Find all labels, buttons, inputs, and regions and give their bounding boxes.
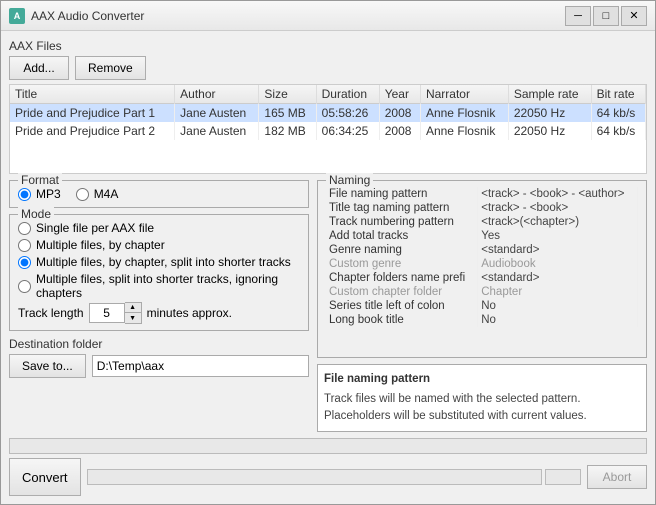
destination-path-input[interactable] [92, 355, 309, 377]
abort-button[interactable]: Abort [587, 465, 647, 489]
spinner-up[interactable]: ▲ [125, 303, 141, 313]
track-length-input[interactable] [89, 303, 125, 323]
file-buttons-row: Add... Remove [9, 56, 647, 80]
naming-label: Naming [326, 173, 373, 187]
app-icon: A [9, 8, 25, 24]
small-progress-1 [87, 469, 542, 485]
naming-info-description: Track files will be named with the selec… [324, 391, 640, 426]
small-progress-2 [545, 469, 581, 485]
col-size: Size [259, 85, 316, 104]
track-length-spinner[interactable]: ▲ ▼ [89, 302, 142, 324]
bottom-row: Convert Abort [9, 458, 647, 496]
mode-split-no-chapter-radio[interactable] [18, 280, 31, 293]
main-progress-bar [9, 438, 647, 454]
naming-table: File naming pattern<track> - <book> - <a… [326, 187, 638, 327]
naming-row: Series title left of colonNo [326, 299, 638, 313]
col-author: Author [175, 85, 259, 104]
naming-row: Track numbering pattern<track>(<chapter>… [326, 215, 638, 229]
destination-row: Save to... [9, 354, 309, 378]
convert-button[interactable]: Convert [9, 458, 81, 496]
window-title: AAX Audio Converter [31, 9, 144, 23]
mode-chapter-split-label[interactable]: Multiple files, by chapter, split into s… [18, 255, 300, 269]
titlebar: A AAX Audio Converter ─ □ ✕ [1, 1, 655, 31]
col-year: Year [379, 85, 420, 104]
mode-group: Mode Single file per AAX file Multiple f… [9, 214, 309, 331]
format-mp3-label[interactable]: MP3 [18, 187, 61, 201]
bottom-section: Convert Abort [9, 438, 647, 496]
format-m4a-text: M4A [94, 187, 119, 201]
mode-single-radio[interactable] [18, 222, 31, 235]
format-mp3-radio[interactable] [18, 188, 31, 201]
naming-row: Genre naming<standard> [326, 243, 638, 257]
format-group: Format MP3 M4A [9, 180, 309, 208]
mode-chapter-radio[interactable] [18, 239, 31, 252]
naming-row: Custom genreAudiobook [326, 257, 638, 271]
col-duration: Duration [316, 85, 379, 104]
right-panel: Naming File naming pattern<track> - <boo… [317, 180, 647, 432]
destination-label: Destination folder [9, 337, 309, 351]
naming-row: Custom chapter folderChapter [326, 285, 638, 299]
main-window: A AAX Audio Converter ─ □ ✕ AAX Files Ad… [0, 0, 656, 505]
files-table: Title Author Size Duration Year Narrator… [10, 85, 646, 140]
table-row[interactable]: Pride and Prejudice Part 1Jane Austen165… [10, 104, 646, 123]
track-length-label: Track length [18, 306, 84, 320]
naming-row: File naming pattern<track> - <book> - <a… [326, 187, 638, 201]
titlebar-buttons: ─ □ ✕ [565, 6, 647, 26]
files-tbody: Pride and Prejudice Part 1Jane Austen165… [10, 104, 646, 141]
naming-row: Title tag naming pattern<track> - <book> [326, 201, 638, 215]
naming-row: Chapter folders name prefi<standard> [326, 271, 638, 285]
aax-files-section: AAX Files Add... Remove Title Author Siz… [9, 39, 647, 174]
minimize-button[interactable]: ─ [565, 6, 591, 26]
mode-single-text: Single file per AAX file [36, 221, 154, 235]
format-row: MP3 M4A [18, 187, 300, 201]
aax-files-label: AAX Files [9, 39, 647, 53]
destination-section: Destination folder Save to... [9, 337, 309, 378]
naming-info-box: File naming pattern Track files will be … [317, 364, 647, 432]
format-label: Format [18, 173, 62, 187]
track-length-row: Track length ▲ ▼ minutes approx. [18, 302, 300, 324]
mode-single-label[interactable]: Single file per AAX file [18, 221, 300, 235]
close-button[interactable]: ✕ [621, 6, 647, 26]
save-to-button[interactable]: Save to... [9, 354, 86, 378]
remove-button[interactable]: Remove [75, 56, 146, 80]
table-row[interactable]: Pride and Prejudice Part 2Jane Austen182… [10, 122, 646, 140]
maximize-button[interactable]: □ [593, 6, 619, 26]
small-progress-pair [87, 469, 581, 485]
col-narrator: Narrator [420, 85, 508, 104]
main-panels: Format MP3 M4A Mode [9, 180, 647, 432]
mode-chapter-split-radio[interactable] [18, 256, 31, 269]
spinner-down[interactable]: ▼ [125, 313, 141, 323]
naming-group: Naming File naming pattern<track> - <boo… [317, 180, 647, 358]
add-button[interactable]: Add... [9, 56, 69, 80]
col-bit-rate: Bit rate [591, 85, 645, 104]
format-m4a-label[interactable]: M4A [76, 187, 119, 201]
format-mp3-text: MP3 [36, 187, 61, 201]
mode-chapter-label[interactable]: Multiple files, by chapter [18, 238, 300, 252]
mode-label: Mode [18, 207, 54, 221]
mode-chapter-text: Multiple files, by chapter [36, 238, 165, 252]
content-area: AAX Files Add... Remove Title Author Siz… [1, 31, 655, 504]
spinner-buttons: ▲ ▼ [125, 302, 142, 324]
naming-row: Add total tracksYes [326, 229, 638, 243]
col-title: Title [10, 85, 175, 104]
mode-chapter-split-text: Multiple files, by chapter, split into s… [36, 255, 291, 269]
col-sample-rate: Sample rate [508, 85, 591, 104]
titlebar-left: A AAX Audio Converter [9, 8, 144, 24]
naming-info-title: File naming pattern [324, 371, 640, 388]
format-m4a-radio[interactable] [76, 188, 89, 201]
mode-options: Single file per AAX file Multiple files,… [18, 221, 300, 300]
naming-row: Long book titleNo [326, 313, 638, 327]
files-table-container: Title Author Size Duration Year Narrator… [9, 84, 647, 174]
mode-split-no-chapter-label[interactable]: Multiple files, split into shorter track… [18, 272, 300, 300]
mode-split-no-chapter-text: Multiple files, split into shorter track… [36, 272, 300, 300]
left-panel: Format MP3 M4A Mode [9, 180, 309, 432]
track-length-suffix: minutes approx. [147, 306, 232, 320]
